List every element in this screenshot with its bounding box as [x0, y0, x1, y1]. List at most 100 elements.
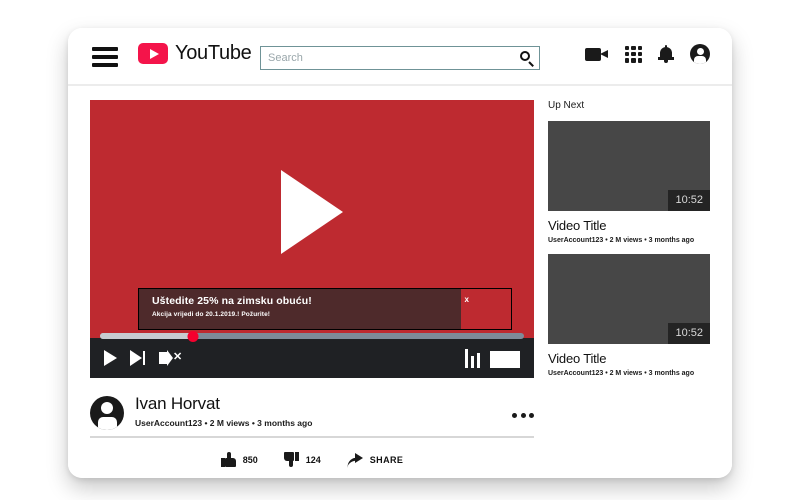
progress-scrubber[interactable]	[187, 331, 199, 342]
avatar-head	[101, 402, 113, 414]
dot	[529, 412, 534, 418]
grid-shape	[625, 45, 642, 63]
video-title[interactable]: Video Title	[548, 218, 710, 233]
bell-icon[interactable]	[658, 45, 674, 63]
app-header: YouTube Search	[68, 28, 732, 86]
video-player[interactable]: Uštedite 25% na zimsku obuću! Akcija vri…	[90, 100, 534, 338]
video-camera-icon[interactable]	[585, 46, 609, 63]
more-options-icon[interactable]	[512, 412, 534, 418]
dislike-button[interactable]: 124	[283, 452, 321, 467]
header-icon-group	[585, 44, 710, 64]
ad-overlay[interactable]: Uštedite 25% na zimsku obuću! Akcija vri…	[138, 288, 512, 330]
search-input[interactable]: Search	[260, 46, 540, 70]
controls-left-group: ✕	[104, 350, 183, 366]
dot	[520, 412, 526, 418]
video-meta: UserAccount123 • 2 M views • 3 months ag…	[548, 237, 695, 244]
search-lens	[520, 51, 530, 61]
bell-clapper	[664, 60, 668, 63]
dot	[512, 412, 517, 418]
ad-title: Uštedite 25% na zimsku obuću!	[152, 295, 312, 307]
up-next-heading: Up Next	[548, 100, 585, 111]
thumb-tip	[288, 461, 293, 467]
grid-dot	[631, 58, 636, 63]
app-body: Uštedite 25% na zimsku obuću! Akcija vri…	[68, 86, 732, 478]
video-title[interactable]: Video Title	[548, 351, 710, 366]
camera-shape	[585, 46, 609, 63]
like-count: 850	[242, 454, 258, 465]
youtube-play-logo-icon	[138, 43, 168, 64]
thumb-pad	[220, 458, 225, 467]
ad-close-icon[interactable]: x	[465, 295, 469, 304]
volume-muted-icon[interactable]: ✕	[159, 350, 183, 366]
eq-bar	[464, 349, 468, 368]
search-handle	[528, 61, 534, 67]
grid-dot	[625, 58, 630, 63]
hamburger-bar	[92, 63, 118, 67]
camera-body	[585, 47, 601, 61]
play-icon[interactable]	[104, 350, 117, 366]
next-bar	[142, 351, 145, 365]
next-video-icon[interactable]	[130, 350, 146, 366]
grid-dot	[631, 51, 636, 57]
share-arrowhead	[354, 452, 363, 463]
avatar-body	[97, 417, 117, 430]
thumb-hand	[225, 458, 236, 467]
dislike-count: 124	[305, 454, 321, 465]
progress-bar[interactable]	[100, 331, 524, 342]
grid-dot	[631, 45, 636, 50]
equalizer-icon[interactable]	[464, 348, 480, 368]
thumb-pad	[294, 452, 299, 461]
duration-badge: 10:52	[668, 190, 710, 211]
thumbs-up-icon	[220, 452, 236, 467]
like-button[interactable]: 850	[220, 452, 258, 467]
eq-bar	[470, 356, 474, 368]
logo-triangle	[149, 48, 159, 59]
share-icon	[346, 452, 363, 468]
next-triangle	[130, 350, 142, 366]
page-root: YouTube Search Uštedite 25% na zimsku ob…	[0, 0, 800, 500]
list-item[interactable]: 10:52 Video Title UserAccount123 • 2 M v…	[548, 254, 710, 377]
app-window: YouTube Search Uštedite 25% na zimsku ob…	[68, 28, 732, 478]
apps-grid-icon[interactable]	[625, 45, 642, 63]
controls-right-group	[464, 348, 520, 368]
share-button[interactable]: SHARE	[346, 452, 404, 468]
duration-badge: 10:52	[668, 323, 710, 344]
fullscreen-icon[interactable]	[490, 351, 520, 368]
video-thumbnail[interactable]: 10:52	[548, 254, 710, 344]
mute-cross: ✕	[173, 351, 183, 363]
share-label: SHARE	[369, 454, 404, 465]
thumbs-down-icon	[283, 452, 299, 467]
grid-dot	[637, 45, 642, 50]
brand-label: YouTube	[175, 42, 252, 64]
grid-dot	[637, 58, 642, 63]
list-item[interactable]: 10:52 Video Title UserAccount123 • 2 M v…	[548, 121, 710, 244]
video-thumbnail[interactable]: 10:52	[548, 121, 710, 211]
hamburger-icon[interactable]	[92, 47, 118, 67]
search-placeholder: Search	[268, 52, 303, 64]
player-column: Uštedite 25% na zimsku obuću! Akcija vri…	[90, 100, 534, 478]
bell-shape	[658, 45, 674, 63]
ad-panel: Uštedite 25% na zimsku obuću! Akcija vri…	[139, 289, 461, 329]
youtube-brand-logo[interactable]: YouTube	[138, 42, 252, 65]
thumb-hand	[283, 452, 295, 461]
action-bar: 850 124 SHARE	[90, 452, 534, 468]
camera-lens	[600, 49, 608, 58]
search-icon[interactable]	[519, 50, 535, 67]
avatar-body	[694, 56, 706, 64]
play-triangle-icon[interactable]	[281, 169, 343, 254]
progress-played	[100, 333, 194, 339]
grid-dot	[637, 51, 642, 57]
hamburger-bar	[92, 47, 118, 51]
video-meta: UserAccount123 • 2 M views • 3 months ag…	[548, 370, 695, 377]
info-divider	[90, 436, 534, 438]
channel-avatar[interactable]	[90, 396, 124, 430]
video-meta: UserAccount123 • 2 M views • 3 months ag…	[135, 418, 313, 428]
ad-subtitle: Akcija vrijedi do 20.1.2019.! Požurite!	[152, 311, 271, 318]
avatar-head	[696, 47, 704, 55]
thumb-tip	[226, 452, 231, 458]
video-info-text: Ivan Horvat UserAccount123 • 2 M views •…	[135, 394, 512, 428]
channel-name[interactable]: Ivan Horvat	[135, 394, 512, 414]
hamburger-bar	[92, 55, 118, 59]
player-controls: ✕	[90, 331, 534, 378]
account-avatar-icon[interactable]	[690, 44, 710, 64]
